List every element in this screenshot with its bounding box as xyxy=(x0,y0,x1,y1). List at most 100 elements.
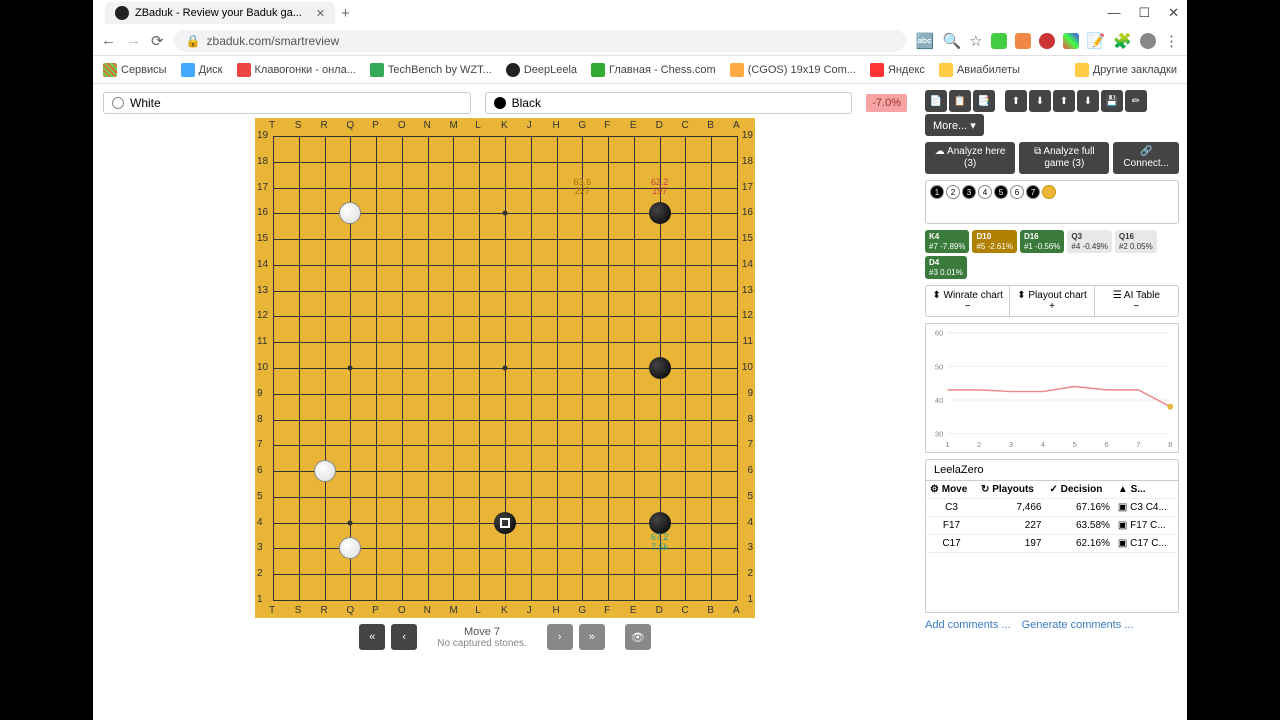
ai-engine-label: LeelaZero xyxy=(925,459,1179,480)
bookmark-item[interactable]: Яндекс xyxy=(870,63,925,77)
connect-button[interactable]: 🔗 Connect... xyxy=(1113,142,1179,174)
lock-icon: 🔒 xyxy=(186,34,201,48)
bookmark-item[interactable]: (CGOS) 19x19 Com... xyxy=(730,63,856,77)
tab-winrate[interactable]: ⬍ Winrate chart− xyxy=(926,286,1010,316)
suggestion-badge[interactable]: K4#7 -7.89% xyxy=(925,230,969,253)
bookmark-item[interactable]: Главная - Chess.com xyxy=(591,63,716,77)
black-player-input[interactable]: Black xyxy=(485,92,853,114)
analyze-full-button[interactable]: ⧉ Analyze full game (3) xyxy=(1019,142,1109,174)
ext-2-icon[interactable] xyxy=(1015,33,1031,49)
winrate-badge: -7.0% xyxy=(866,94,907,112)
move-controls: « ‹ Move 7 No captured stones. › » 👁 xyxy=(359,624,651,650)
svg-text:4: 4 xyxy=(1041,440,1046,449)
bookmark-item[interactable]: DeepLeela xyxy=(506,63,577,77)
stone-w[interactable] xyxy=(339,202,361,224)
close-tab-icon[interactable]: ✕ xyxy=(316,7,325,20)
bookmarks-bar: Сервисы Диск Клавогонки - онла... TechBe… xyxy=(93,56,1187,84)
more-button[interactable]: More... ▾ xyxy=(925,114,984,136)
tool-button[interactable]: ⬆ xyxy=(1053,90,1075,112)
menu-icon[interactable]: ⋮ xyxy=(1164,32,1179,50)
minimize-icon[interactable]: — xyxy=(1107,5,1120,21)
move-sequence: 1234567 xyxy=(925,180,1179,224)
tool-button[interactable]: ⬇ xyxy=(1077,90,1099,112)
svg-text:8: 8 xyxy=(1168,440,1172,449)
stone-w[interactable] xyxy=(339,537,361,559)
suggestion-badge[interactable]: D4#3 0.01% xyxy=(925,256,967,279)
table-row[interactable]: C37,46667.16%▣ C3 C4... xyxy=(926,499,1179,517)
tool-button[interactable]: ✏ xyxy=(1125,90,1147,112)
back-icon[interactable]: ← xyxy=(101,32,116,49)
svg-text:3: 3 xyxy=(1009,440,1013,449)
tool-button[interactable]: 📄 xyxy=(925,90,947,112)
url-text: zbaduk.com/smartreview xyxy=(207,34,340,48)
tool-button[interactable]: ⬆ xyxy=(1005,90,1027,112)
white-player-input[interactable]: White xyxy=(103,92,471,114)
go-board[interactable]: TTSSRRQQPPOONNMMLLKKJJHHGGFFEEDDCCBBAA19… xyxy=(255,118,755,618)
note-icon[interactable]: 📝 xyxy=(1087,32,1106,50)
avatar[interactable] xyxy=(1140,33,1156,49)
bookmark-item[interactable]: TechBench by WZT... xyxy=(370,63,492,77)
bookmark-item[interactable]: Авиабилеты xyxy=(939,63,1020,77)
tab-playout[interactable]: ⬍ Playout chart+ xyxy=(1010,286,1094,316)
address-bar: ← → ⟳ 🔒 zbaduk.com/smartreview 🔤 🔍 ☆ 📝 🧩… xyxy=(93,26,1187,56)
ext-3-icon[interactable] xyxy=(1039,33,1055,49)
suggestion-badge[interactable]: Q3#4 -0.49% xyxy=(1067,230,1111,253)
reload-icon[interactable]: ⟳ xyxy=(151,32,164,50)
maximize-icon[interactable]: ☐ xyxy=(1138,5,1150,21)
ext-1-icon[interactable] xyxy=(991,33,1007,49)
svg-text:30: 30 xyxy=(935,430,944,439)
stone-b[interactable] xyxy=(649,512,671,534)
tool-button[interactable]: 💾 xyxy=(1101,90,1123,112)
toolbar: 📄 📋 📑 ⬆ ⬇ ⬆ ⬇ 💾 ✏ More... ▾ xyxy=(925,90,1179,136)
bookmark-other[interactable]: Другие закладки xyxy=(1075,63,1177,77)
svg-text:5: 5 xyxy=(1073,440,1077,449)
table-row[interactable]: F1722763.58%▣ F17 C... xyxy=(926,517,1179,535)
suggestion-badge[interactable]: D16#1 -0.56% xyxy=(1020,230,1064,253)
first-move-button[interactable]: « xyxy=(359,624,385,650)
last-move-button[interactable]: » xyxy=(579,624,605,650)
captured-text: No captured stones. xyxy=(437,638,527,649)
tool-button[interactable]: 📑 xyxy=(973,90,995,112)
bookmark-item[interactable]: Сервисы xyxy=(103,63,167,77)
generate-comments-link[interactable]: Generate comments ... xyxy=(1022,619,1134,631)
chart-tabs: ⬍ Winrate chart− ⬍ Playout chart+ ☰ AI T… xyxy=(925,285,1179,317)
next-move-button[interactable]: › xyxy=(547,624,573,650)
tool-button[interactable]: 📋 xyxy=(949,90,971,112)
url-input[interactable]: 🔒 zbaduk.com/smartreview xyxy=(174,30,906,52)
svg-text:2: 2 xyxy=(977,440,981,449)
bookmark-item[interactable]: Клавогонки - онла... xyxy=(237,63,356,77)
comment-links: Add comments ... Generate comments ... xyxy=(925,619,1179,631)
zoom-icon[interactable]: 🔍 xyxy=(942,32,961,50)
ai-table: ⚙ Move↻ Playouts✓ Decision▲ S... C37,466… xyxy=(925,480,1179,553)
left-panel: White Black -7.0% TTSSRRQQPPOONNMMLLKKJJ… xyxy=(93,84,917,720)
stone-b[interactable] xyxy=(649,357,671,379)
tool-button[interactable]: ⬇ xyxy=(1029,90,1051,112)
svg-text:60: 60 xyxy=(935,329,944,338)
svg-text:6: 6 xyxy=(1104,440,1108,449)
svg-text:7: 7 xyxy=(1136,440,1140,449)
forward-icon[interactable]: → xyxy=(126,32,141,49)
view-button[interactable]: 👁 xyxy=(625,624,651,650)
tab-title: ZBaduk - Review your Baduk ga... xyxy=(135,7,302,19)
star-icon[interactable]: ☆ xyxy=(969,32,982,50)
suggestion-badge[interactable]: Q16#2 0.05% xyxy=(1115,230,1157,253)
stone-b[interactable] xyxy=(649,202,671,224)
analyze-here-button[interactable]: ☁ Analyze here (3) xyxy=(925,142,1015,174)
window-buttons: — ☐ ✕ xyxy=(1107,5,1179,21)
right-panel: 📄 📋 📑 ⬆ ⬇ ⬆ ⬇ 💾 ✏ More... ▾ ☁ Analyze he… xyxy=(917,84,1187,720)
add-comments-link[interactable]: Add comments ... xyxy=(925,619,1011,631)
tab-aitable[interactable]: ☰ AI Table− xyxy=(1095,286,1178,316)
browser-tab[interactable]: ZBaduk - Review your Baduk ga... ✕ xyxy=(105,2,335,24)
prev-move-button[interactable]: ‹ xyxy=(391,624,417,650)
translate-icon[interactable]: 🔤 xyxy=(916,32,935,50)
suggestion-badge[interactable]: D10#5 -2.61% xyxy=(972,230,1016,253)
table-row[interactable]: C1719762.16%▣ C17 C... xyxy=(926,535,1179,553)
ext-4-icon[interactable] xyxy=(1063,33,1079,49)
new-tab-icon[interactable]: + xyxy=(341,5,350,22)
titlebar: ZBaduk - Review your Baduk ga... ✕ + — ☐… xyxy=(93,0,1187,26)
black-stone-icon xyxy=(494,97,506,109)
close-window-icon[interactable]: ✕ xyxy=(1168,5,1179,21)
stone-w[interactable] xyxy=(314,460,336,482)
bookmark-item[interactable]: Диск xyxy=(181,63,223,77)
puzzle-icon[interactable]: 🧩 xyxy=(1113,32,1132,50)
